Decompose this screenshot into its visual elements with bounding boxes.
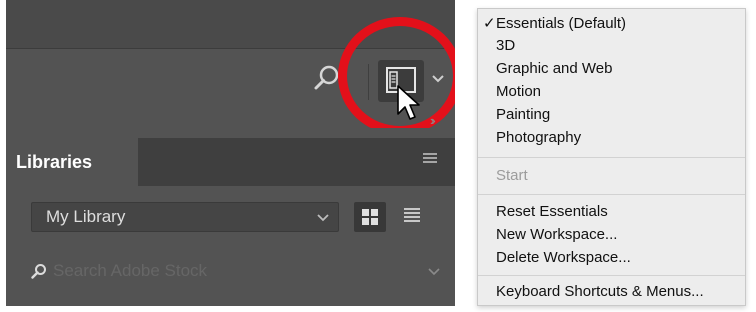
menu-item-3d[interactable]: 3D: [496, 36, 515, 56]
library-select-value: My Library: [46, 207, 126, 226]
chevron-down-icon: [317, 214, 329, 222]
grid-icon: [362, 209, 378, 225]
menu-separator: [478, 194, 745, 195]
menu-item-painting[interactable]: Painting: [496, 105, 550, 125]
stock-search-field[interactable]: Search Adobe Stock: [31, 254, 441, 288]
menu-item-photography[interactable]: Photography: [496, 128, 581, 148]
chevron-down-icon[interactable]: [427, 264, 441, 278]
menu-separator: [478, 275, 745, 276]
menu-item-graphic-and-web[interactable]: Graphic and Web: [496, 59, 612, 79]
workspace-menu: ✓Essentials (Default) 3D Graphic and Web…: [477, 8, 746, 306]
menu-item-new-workspace[interactable]: New Workspace...: [496, 225, 617, 245]
menu-item-essentials[interactable]: ✓Essentials (Default): [483, 14, 626, 34]
grid-view-button[interactable]: [354, 202, 386, 232]
menu-separator: [478, 157, 745, 158]
menu-item-keyboard-shortcuts[interactable]: Keyboard Shortcuts & Menus...: [496, 282, 704, 302]
mouse-cursor-icon: [397, 85, 420, 120]
menu-item-reset-essentials[interactable]: Reset Essentials: [496, 202, 608, 222]
menu-item-start: Start: [496, 167, 528, 184]
checkmark-icon: ✓: [483, 15, 496, 32]
search-icon: [31, 264, 46, 279]
tab-libraries[interactable]: Libraries: [6, 138, 138, 186]
list-view-icon[interactable]: [404, 208, 420, 224]
photoshop-panel-area: ›› Libraries My Library Search Adobe Sto…: [6, 0, 455, 306]
panel-menu-icon[interactable]: [423, 153, 437, 165]
menu-item-motion[interactable]: Motion: [496, 82, 541, 102]
menu-item-label: Essentials (Default): [496, 15, 627, 32]
stock-search-placeholder: Search Adobe Stock: [53, 261, 208, 280]
library-select[interactable]: My Library: [31, 202, 339, 232]
menu-item-delete-workspace[interactable]: Delete Workspace...: [496, 248, 631, 268]
collapse-arrows-icon[interactable]: ››: [430, 113, 435, 128]
